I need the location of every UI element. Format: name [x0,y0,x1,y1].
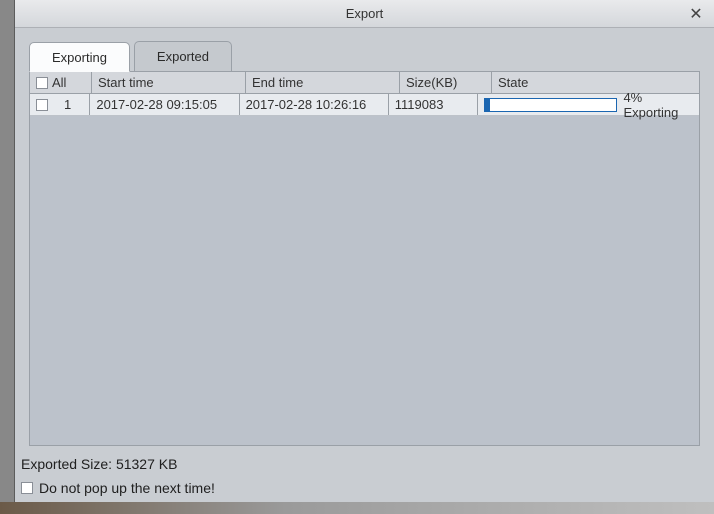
header-all-label: All [52,75,66,90]
tab-exported-label: Exported [157,49,209,64]
window-title: Export [346,6,384,21]
row-size: 1119083 [389,94,478,115]
row-end-time: 2017-02-28 10:26:16 [240,94,389,115]
titlebar: Export ✕ [15,0,714,28]
close-icon[interactable]: ✕ [686,4,706,24]
progress-bar [484,98,617,112]
row-select-cell: 1 [30,94,90,115]
row-checkbox[interactable] [36,99,48,111]
header-start: Start time [92,72,246,93]
footer: Exported Size: 51327 KB Do not pop up th… [15,446,714,502]
row-state: 4% Exporting [478,94,699,115]
exported-size-label: Exported Size: 51327 KB [21,456,700,472]
row-start-time: 2017-02-28 09:15:05 [90,94,239,115]
tab-exported[interactable]: Exported [134,41,232,71]
dont-popup-label: Do not pop up the next time! [39,480,215,496]
header-all: All [30,72,92,93]
tab-exporting-label: Exporting [52,50,107,65]
export-dialog: Export ✕ Exporting Exported All Start ti… [14,0,714,502]
tab-row: Exporting Exported [15,28,714,72]
table-row: 1 2017-02-28 09:15:05 2017-02-28 10:26:1… [30,94,699,116]
tab-exporting[interactable]: Exporting [29,42,130,72]
header-end: End time [246,72,400,93]
table-body: 1 2017-02-28 09:15:05 2017-02-28 10:26:1… [30,94,699,116]
progress-fill [485,99,490,111]
export-table: All Start time End time Size(KB) State 1… [29,71,700,446]
dont-popup-checkbox[interactable] [21,482,33,494]
select-all-checkbox[interactable] [36,77,48,89]
row-state-text: 4% Exporting [623,90,693,120]
row-index: 1 [52,97,83,112]
header-size: Size(KB) [400,72,492,93]
